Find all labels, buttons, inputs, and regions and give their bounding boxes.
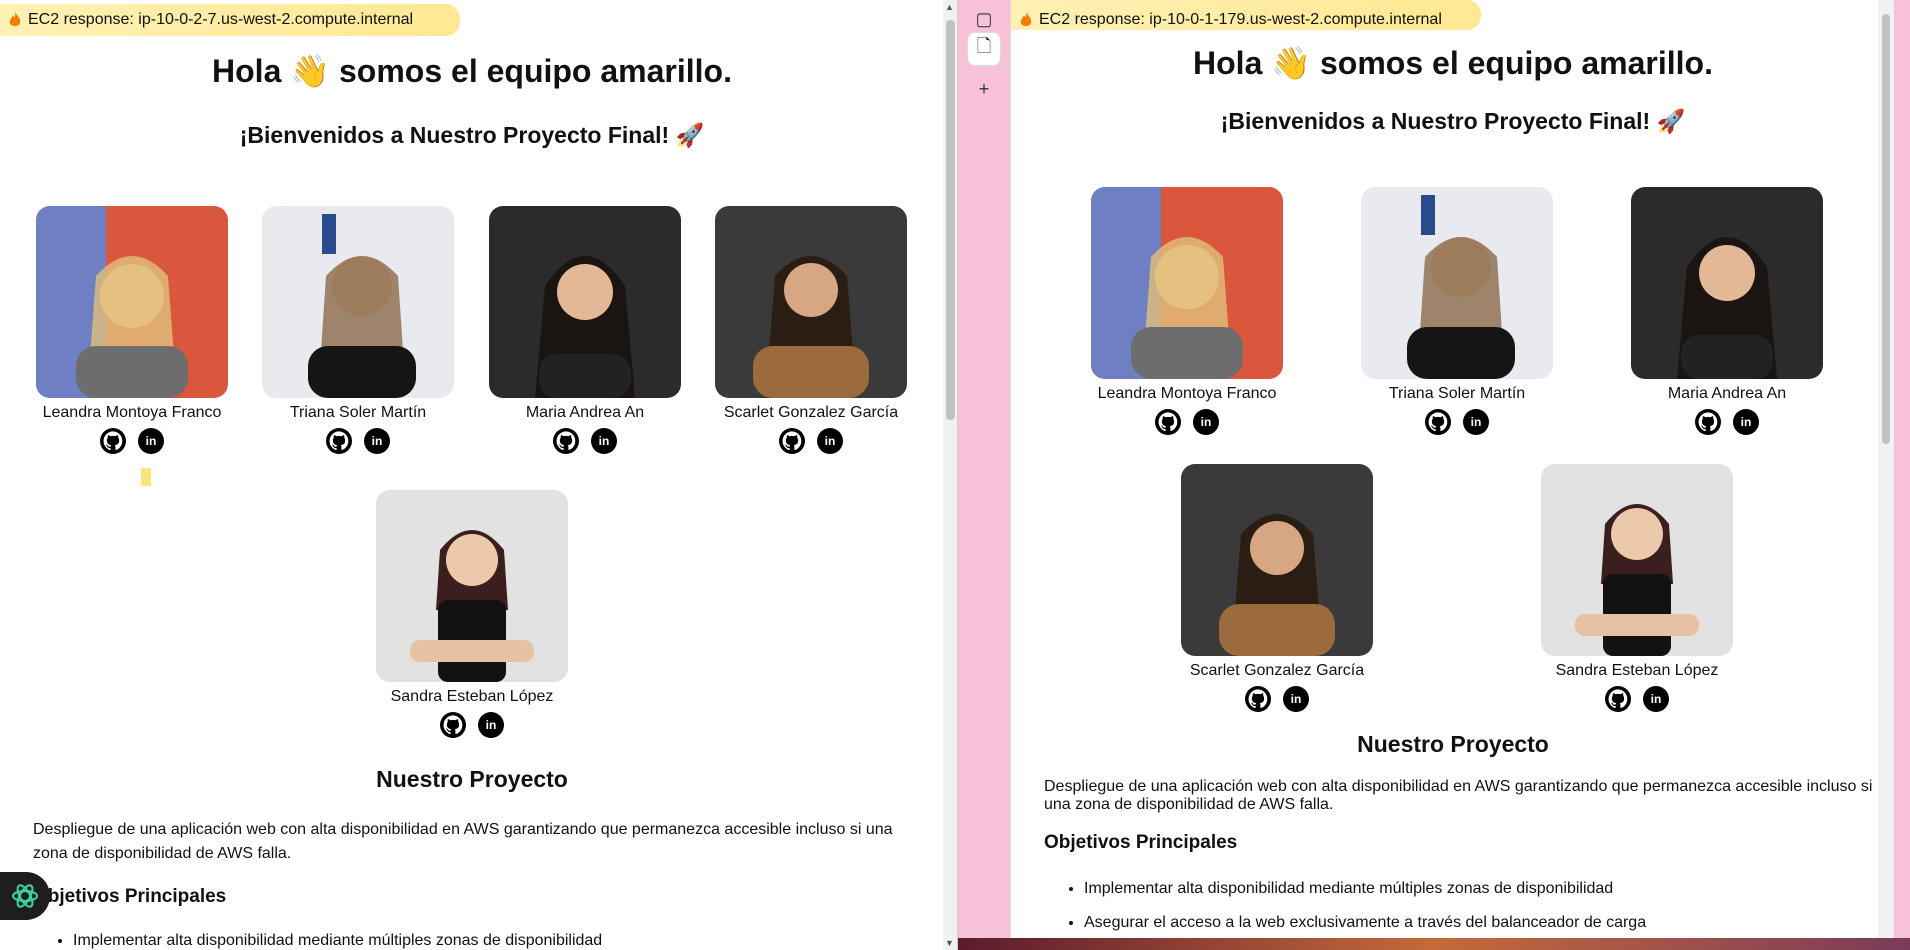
github-icon[interactable] <box>779 428 805 454</box>
page-tab-icon[interactable]: 🗋 <box>967 32 1001 66</box>
github-icon[interactable] <box>440 712 466 738</box>
member-name: Leandra Montoya Franco <box>42 404 222 421</box>
sidebar-toggle-icon[interactable]: ▢ <box>967 2 1001 36</box>
linkedin-icon[interactable]: in <box>1283 686 1309 712</box>
member-name: Sandra Esteban López <box>390 688 554 705</box>
member-card: Leandra Montoya Franco in <box>1091 187 1283 435</box>
hero-title: Hola 👋 somos el equipo amarillo. <box>1193 45 1713 81</box>
subtitle: ¡Bienvenidos a Nuestro Proyecto Final! 🚀 <box>1220 108 1686 134</box>
member-name: Scarlet Gonzalez García <box>723 404 899 421</box>
ec2-response-text: EC2 response: ip-10-0-1-179.us-west-2.co… <box>1039 11 1442 28</box>
objective-item: Implementar alta disponibilidad mediante… <box>73 932 602 950</box>
project-title: Nuestro Proyecto <box>376 766 568 792</box>
member-name: Maria Andrea An <box>1667 385 1787 402</box>
window-edge <box>1894 0 1910 950</box>
member-card: Maria Andrea An in <box>489 206 681 454</box>
objectives-title: Objetivos Principales <box>33 886 227 907</box>
member-card: Scarlet Gonzalez García in <box>715 206 907 454</box>
member-photo <box>1091 187 1283 379</box>
desktop-wallpaper-strip <box>958 938 1910 950</box>
ec2-response-banner: EC2 response: ip-10-0-1-179.us-west-2.co… <box>1011 0 1481 40</box>
member-card: Sandra Esteban López in <box>1541 464 1733 712</box>
member-name: Triana Soler Martín <box>1388 385 1526 402</box>
project-title: Nuestro Proyecto <box>1357 731 1549 757</box>
member-card: Maria Andrea An in <box>1631 187 1823 435</box>
github-icon[interactable] <box>1605 686 1631 712</box>
member-name: Maria Andrea An <box>525 404 645 421</box>
left-browser-pane: EC2 response: ip-10-0-2-7.us-west-2.comp… <box>0 0 958 950</box>
scrollbar[interactable] <box>1878 0 1894 950</box>
openai-icon <box>12 884 38 908</box>
linkedin-icon[interactable]: in <box>478 712 504 738</box>
flame-icon <box>1020 12 1032 26</box>
member-photo <box>36 206 228 398</box>
right-browser-pane: EC2 response: ip-10-0-1-179.us-west-2.co… <box>1010 0 1894 950</box>
linkedin-icon[interactable]: in <box>1733 409 1759 435</box>
linkedin-icon[interactable]: in <box>138 428 164 454</box>
member-photo <box>1541 464 1733 656</box>
member-photo <box>715 206 907 398</box>
github-icon[interactable] <box>1155 409 1181 435</box>
objective-item: Implementar alta disponibilidad mediante… <box>1084 872 1646 906</box>
member-name: Leandra Montoya Franco <box>1097 385 1277 402</box>
member-photo <box>1361 187 1553 379</box>
member-photo <box>489 206 681 398</box>
member-card: Scarlet Gonzalez García in <box>1181 464 1373 712</box>
github-icon[interactable] <box>326 428 352 454</box>
scrollbar-thumb[interactable] <box>946 20 955 420</box>
linkedin-icon[interactable]: in <box>1463 409 1489 435</box>
assistant-button[interactable] <box>0 872 50 920</box>
highlight-mark <box>141 468 151 486</box>
project-description: Despliegue de una aplicación web con alt… <box>33 821 893 862</box>
member-card: Triana Soler Martín in <box>262 206 454 454</box>
objective-item: Asegurar el acceso a la web exclusivamen… <box>1084 906 1646 940</box>
github-icon[interactable] <box>1695 409 1721 435</box>
objectives-list: Implementar alta disponibilidad mediante… <box>1084 872 1646 940</box>
subtitle: ¡Bienvenidos a Nuestro Proyecto Final! 🚀 <box>239 122 705 148</box>
linkedin-icon[interactable]: in <box>1643 686 1669 712</box>
member-name: Triana Soler Martín <box>289 404 427 421</box>
ec2-response-banner: EC2 response: ip-10-0-2-7.us-west-2.comp… <box>0 0 460 40</box>
objectives-title: Objetivos Principales <box>1044 832 1238 853</box>
hero-title: Hola 👋 somos el equipo amarillo. <box>212 53 732 89</box>
member-card: Leandra Montoya Franco in <box>36 206 228 454</box>
member-card: Triana Soler Martín in <box>1361 187 1553 435</box>
member-photo <box>1631 187 1823 379</box>
member-name: Sandra Esteban López <box>1555 662 1719 679</box>
member-name: Scarlet Gonzalez García <box>1189 662 1365 679</box>
linkedin-icon[interactable]: in <box>1193 409 1219 435</box>
member-card: Sandra Esteban López in <box>376 490 568 738</box>
linkedin-icon[interactable]: in <box>591 428 617 454</box>
member-photo <box>262 206 454 398</box>
member-photo <box>1181 464 1373 656</box>
github-icon[interactable] <box>1245 686 1271 712</box>
new-tab-icon[interactable]: + <box>967 72 1001 106</box>
linkedin-icon[interactable]: in <box>364 428 390 454</box>
objectives-list: Implementar alta disponibilidad mediante… <box>73 932 602 950</box>
vertical-tab-sidebar: ▢ 🗋 + <box>958 0 1010 950</box>
github-icon[interactable] <box>1425 409 1451 435</box>
github-icon[interactable] <box>100 428 126 454</box>
ec2-response-text: EC2 response: ip-10-0-2-7.us-west-2.comp… <box>28 11 414 28</box>
project-description: Despliegue de una aplicación web con alt… <box>1044 778 1873 813</box>
flame-icon <box>9 12 21 26</box>
member-photo <box>376 490 568 682</box>
linkedin-icon[interactable]: in <box>817 428 843 454</box>
github-icon[interactable] <box>553 428 579 454</box>
scrollbar-thumb[interactable] <box>1882 14 1890 444</box>
scrollbar[interactable]: ▲ ▼ <box>943 0 957 950</box>
